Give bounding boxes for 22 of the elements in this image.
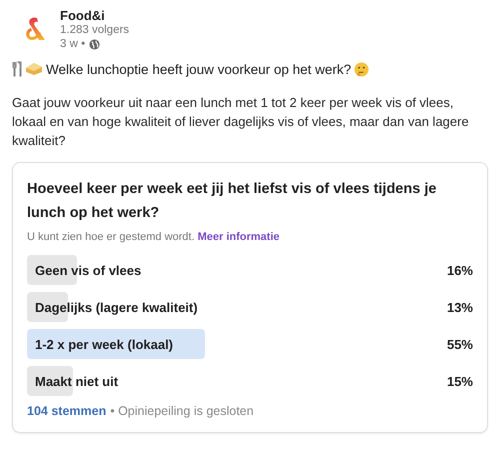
poll-note: U kunt zien hoe er gestemd wordt.	[27, 231, 196, 243]
fork-knife-icon	[12, 61, 22, 77]
poll-option[interactable]: Maakt niet uit	[27, 366, 413, 396]
vote-count[interactable]: 104 stemmen	[27, 404, 106, 418]
percentage: 55%	[446, 336, 473, 352]
poll-status: • Opiniepeiling is gesloten	[110, 404, 254, 418]
percentage: 15%	[446, 374, 473, 388]
poll-option[interactable]: Dagelijks (lagere kwaliteit)	[27, 292, 413, 322]
globe-icon	[89, 38, 100, 50]
post-headline: Welke lunchoptie heeft jouw voorkeur op het werk?	[46, 62, 352, 76]
poll-option[interactable]: Geen vis of vlees	[27, 255, 413, 285]
poll-question: Hoeveel keer per week eet jij het liefst vis of vlees tijdens je lunch op het werk?	[27, 180, 438, 223]
thinking-face-icon	[354, 62, 370, 76]
percentage: 13%	[446, 300, 473, 314]
percentage: 16%	[446, 262, 473, 278]
post-text: Gaat jouw voorkeur uit naar een lunch met 1 tot 2 keer per week vis of vlees, lokaal en van hoge kwaliteit of liever dagelijks vis of vlees, maar dan van lagere kwaliteit?	[12, 94, 470, 150]
sandwich-icon	[25, 62, 43, 76]
post-age: 3 w •	[60, 37, 86, 51]
poll-option[interactable]: 1-2 x per week (lokaal)	[27, 329, 413, 359]
follower-count: 1.283 volgers	[60, 23, 130, 37]
more-info-link[interactable]: Meer informatie	[198, 231, 280, 243]
author-name[interactable]: Food&i	[60, 8, 130, 23]
